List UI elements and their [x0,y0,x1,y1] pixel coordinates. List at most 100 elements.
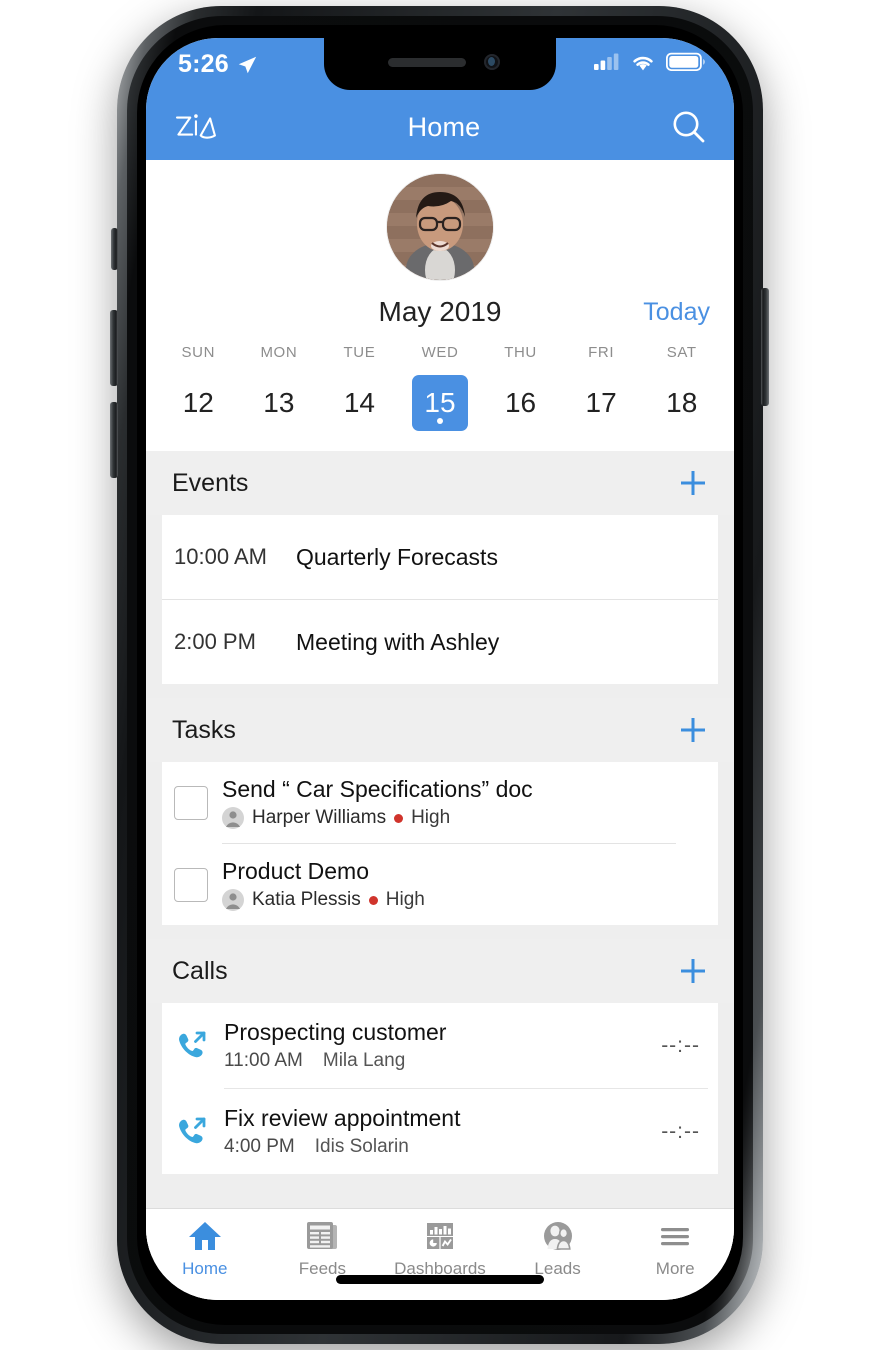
day-of-week-label: TUE [343,344,376,361]
calendar-day-number: 15 [411,375,468,431]
calendar-day[interactable]: 12 [158,375,239,431]
calls-title: Calls [172,956,228,985]
week-strip: SUN MON TUE WED THU FRI SAT 12 13 14 15 … [146,344,734,451]
app-navigation-bar: Home [146,94,734,160]
calendar-day-selected[interactable]: 15 [400,375,481,431]
day-of-week-label: SAT [666,344,697,361]
power-button[interactable] [761,288,769,406]
call-contact: Mila Lang [322,1050,406,1071]
day-of-week-label: SUN [181,344,216,361]
priority-dot-icon [394,813,404,823]
events-section-header: Events [146,451,734,515]
tasks-section-header: Tasks [146,698,734,762]
leads-people-icon [541,1217,575,1255]
calendar-day[interactable]: 16 [480,375,561,431]
task-checkbox[interactable] [174,785,208,820]
calendar-day-number: 16 [504,387,537,418]
event-time: 10:00 AM [174,544,267,569]
task-owner: Harper Williams [252,807,387,828]
content-spacer [146,1174,734,1208]
calendar-day[interactable]: 13 [239,375,320,431]
home-icon [187,1217,223,1255]
tab-label: More [655,1259,695,1278]
task-meta: Katia Plessis High [222,889,425,911]
person-avatar-icon [222,889,244,911]
call-content: Fix review appointment 4:00 PM Idis Sola… [224,1105,645,1158]
calendar-day-number: 18 [666,387,698,418]
task-checkbox[interactable] [174,867,208,902]
event-title: Quarterly Forecasts [296,543,498,570]
calls-list: Prospecting customer 11:00 AM Mila Lang … [162,1003,718,1174]
tab-more[interactable]: More [616,1217,734,1279]
task-row[interactable]: Product Demo Katia Plessis High [162,844,718,925]
search-icon[interactable] [670,108,708,146]
task-row[interactable]: Send “ Car Specifications” doc Harper Wi… [162,762,718,843]
tab-dashboards[interactable]: Dashboards [381,1217,499,1279]
outgoing-call-icon [179,1031,206,1057]
status-bar-left: 5:26 [178,50,258,79]
home-content[interactable]: May 2019 Today SUN MON TUE WED THU FRI S… [146,160,734,1300]
calendar-day-number: 13 [263,387,295,418]
call-meta: 4:00 PM Idis Solarin [224,1136,645,1158]
volume-down-button[interactable] [110,402,118,478]
cellular-signal-icon [594,53,619,70]
dashboard-charts-icon [423,1217,457,1255]
task-owner: Katia Plessis [252,889,361,910]
event-row[interactable]: 10:00 AM Quarterly Forecasts [162,515,718,599]
outgoing-call-icon [179,1117,206,1143]
event-title: Meeting with Ashley [296,628,500,655]
add-event-plus-icon[interactable] [678,468,708,498]
call-row[interactable]: Fix review appointment 4:00 PM Idis Sola… [162,1089,718,1174]
page-title: Home [407,111,481,142]
call-time: 11:00 AM [224,1050,303,1071]
event-time: 2:00 PM [174,629,256,654]
calendar-day-number: 17 [585,387,617,418]
call-title: Fix review appointment [224,1105,461,1131]
zia-logo-icon[interactable] [172,109,218,145]
calendar-day[interactable]: 17 [561,375,642,431]
today-button[interactable]: Today [643,298,710,327]
person-avatar-icon [222,807,244,829]
task-title: Send “ Car Specifications” doc [222,776,533,802]
task-priority: High [411,807,451,828]
home-indicator[interactable] [336,1275,544,1284]
tasks-title: Tasks [172,715,236,744]
phone-screen: 5:26 Home May 2019 Today SUN MON TUE WED… [146,38,734,1300]
profile-avatar-area [146,174,734,280]
add-task-plus-icon[interactable] [678,715,708,745]
month-label: May 2019 [378,296,502,327]
tab-home[interactable]: Home [146,1217,264,1279]
display-notch [324,38,556,90]
newspaper-icon [305,1217,339,1255]
calendar-day[interactable]: 18 [641,375,722,431]
call-meta: 11:00 AM Mila Lang [224,1050,645,1072]
day-of-week-label: MON [260,344,298,361]
avatar[interactable] [387,174,493,280]
clock-label: 5:26 [178,50,229,78]
tab-leads[interactable]: Leads [499,1217,617,1279]
task-meta: Harper Williams High [222,807,533,829]
tasks-list: Send “ Car Specifications” doc Harper Wi… [162,762,718,925]
add-call-plus-icon[interactable] [678,956,708,986]
task-title: Product Demo [222,858,370,884]
calendar-day-number: 14 [343,387,375,418]
mute-switch-button[interactable] [111,228,118,270]
tab-feeds[interactable]: Feeds [264,1217,382,1279]
call-row[interactable]: Prospecting customer 11:00 AM Mila Lang … [162,1003,718,1088]
calendar-header: May 2019 Today [146,296,734,328]
task-content: Product Demo Katia Plessis High [222,858,425,911]
events-list: 10:00 AM Quarterly Forecasts 2:00 PM Mee… [162,515,718,684]
call-contact: Idis Solarin [314,1136,409,1157]
event-row[interactable]: 2:00 PM Meeting with Ashley [162,600,718,684]
wifi-icon [633,56,653,70]
user-avatar-photo [387,174,493,280]
task-priority: High [385,889,425,910]
priority-dot-icon [368,895,378,905]
screenshot-stage: 5:26 Home May 2019 Today SUN MON TUE WED… [0,0,880,1350]
calendar-day-number: 12 [182,387,214,418]
hamburger-menu-icon [658,1217,692,1255]
volume-up-button[interactable] [110,310,118,386]
day-of-week-label: WED [421,344,459,361]
call-content: Prospecting customer 11:00 AM Mila Lang [224,1019,645,1072]
calendar-day[interactable]: 14 [319,375,400,431]
